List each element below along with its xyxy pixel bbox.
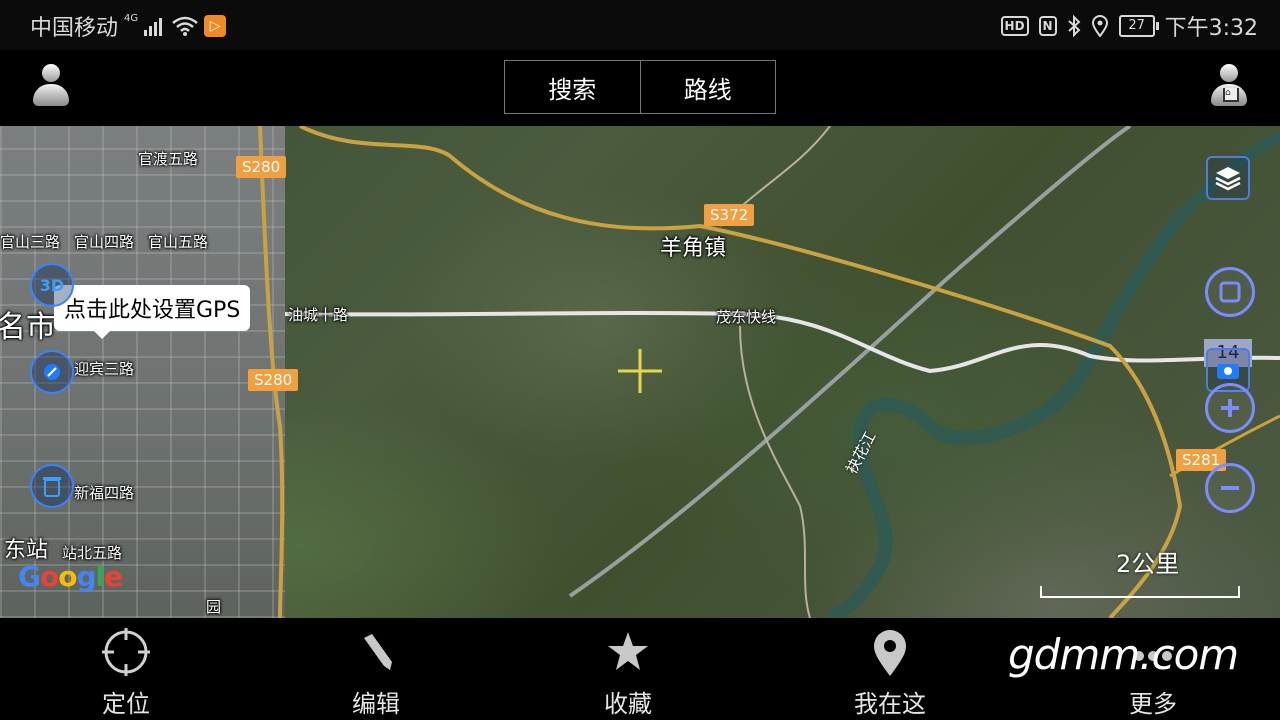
map-label: 官渡五路 (138, 150, 199, 168)
nav-label: 更多 (1129, 690, 1177, 718)
crosshair-icon (618, 349, 662, 393)
map-label: 名市 (0, 310, 56, 345)
map-label: 官山三路 (0, 233, 61, 251)
nav-label: 定位 (102, 690, 150, 718)
map-label: 园 (206, 598, 222, 616)
watermark: gdmm.com (1008, 630, 1239, 679)
road-tag: S280 (236, 156, 287, 178)
plus-icon (1221, 399, 1239, 417)
fullscreen-button[interactable] (1205, 267, 1255, 317)
network-type: 4G (124, 12, 139, 24)
route-tab[interactable]: 路线 (639, 61, 776, 113)
square-icon (1219, 281, 1241, 303)
locate-icon (102, 628, 150, 676)
user-avatar-icon[interactable] (33, 64, 69, 108)
satellite-map[interactable]: S280 S372 S280 S281 官渡五路 官山三路 官山四路 官山五路 … (0, 126, 1280, 618)
status-right: HD N 27 下午3:32 (1000, 10, 1258, 42)
nav-label: 我在这 (854, 690, 926, 718)
nav-i-am-here[interactable]: 我在这 (815, 618, 965, 720)
nav-favorites[interactable]: 收藏 (553, 618, 703, 720)
nav-label: 编辑 (352, 690, 400, 718)
set-gps-prompt[interactable]: 点击此处设置GPS (54, 285, 251, 339)
map-label: 新福四路 (74, 484, 135, 502)
map-label: 茂东快线 (716, 308, 777, 326)
nfc-icon: N (1038, 16, 1057, 36)
status-left: 中国移动 4G ▷ (30, 10, 227, 42)
nav-label: 收藏 (604, 690, 652, 718)
compass-icon[interactable] (30, 350, 74, 394)
search-route-switch: 搜索 路线 (504, 60, 776, 114)
nav-locate[interactable]: 定位 (51, 618, 201, 720)
user-home-icon[interactable]: ⌂ (1211, 64, 1247, 108)
pencil-icon (364, 634, 392, 670)
nav-edit[interactable]: 编辑 (301, 618, 451, 720)
location-pin-icon (874, 630, 906, 676)
layers-button[interactable] (1206, 156, 1250, 200)
zoom-in-button[interactable] (1205, 383, 1255, 433)
layers-icon (1215, 167, 1241, 191)
map-label: 官山四路 (74, 233, 135, 251)
map-label: 羊角镇 (660, 236, 727, 261)
trash-icon[interactable] (30, 464, 74, 508)
map-label: 油城十路 (288, 306, 349, 324)
wifi-icon (172, 16, 198, 36)
google-logo: Google (18, 560, 123, 593)
signal-icon (144, 18, 163, 36)
road-tag: S280 (248, 369, 299, 391)
3d-toggle-button[interactable]: 3D (30, 263, 74, 307)
road-tag: S372 (704, 204, 755, 226)
battery-icon: 27 (1118, 15, 1159, 37)
search-tab[interactable]: 搜索 (505, 61, 640, 113)
app-notification-icon: ▷ (204, 15, 227, 37)
star-icon (608, 632, 648, 670)
top-toolbar: 搜索 路线 ⌂ (0, 50, 1280, 126)
zoom-out-button[interactable] (1205, 463, 1255, 513)
scale-bar (1040, 586, 1240, 598)
hd-icon: HD (1000, 16, 1029, 36)
map-label: 官山五路 (148, 233, 209, 251)
carrier-name: 中国移动 (30, 16, 119, 41)
camera-icon (1217, 364, 1239, 379)
status-bar: 中国移动 4G ▷ HD N 27 下午3:32 (0, 0, 1280, 50)
map-label: 迎宾三路 (74, 360, 135, 378)
minus-icon (1221, 486, 1239, 490)
clock: 下午3:32 (1164, 16, 1258, 41)
scale-label: 2公里 (1116, 550, 1180, 578)
location-icon (1091, 15, 1108, 37)
bluetooth-icon (1067, 15, 1081, 37)
